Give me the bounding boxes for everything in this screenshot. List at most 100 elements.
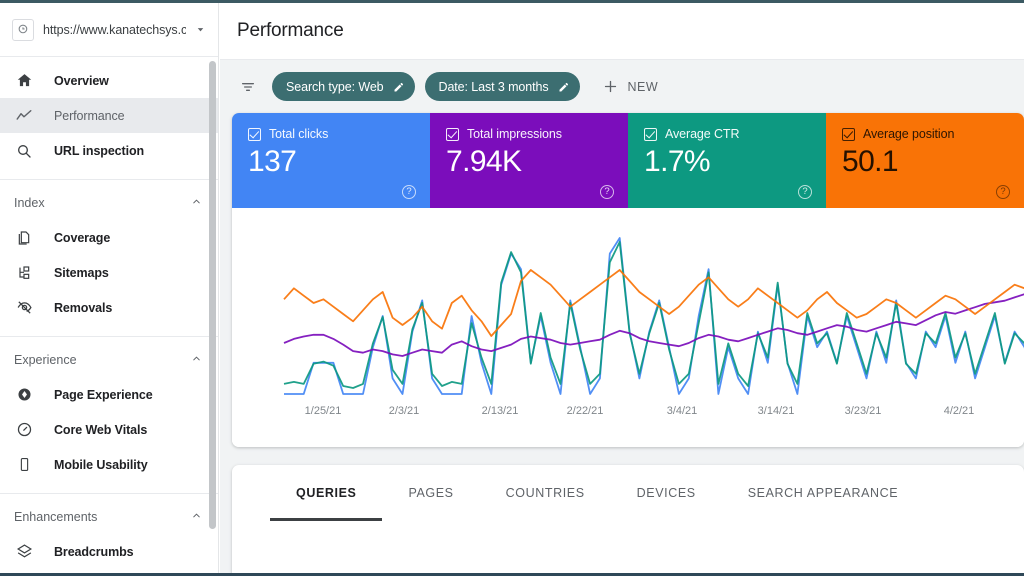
section-title: Enhancements (14, 510, 98, 524)
tab-queries[interactable]: QUERIES (270, 465, 383, 521)
property-url: https://www.kanatechsys.co.... (43, 22, 186, 37)
checkbox-checked-icon[interactable] (446, 127, 459, 141)
x-axis-tick: 1/25/21 (304, 405, 342, 417)
metric-value: 1.7% (644, 145, 711, 178)
pencil-icon[interactable] (393, 81, 405, 93)
x-axis-tick: 2/22/21 (566, 405, 604, 417)
metric-total-impressions[interactable]: Total impressions 7.94K ? (430, 113, 628, 208)
tab-label: PAGES (408, 486, 454, 500)
sidebar-item-coverage[interactable]: Coverage (0, 220, 218, 255)
sidebar-item-url-inspection[interactable]: URL inspection (0, 133, 218, 168)
metric-label: Average position (863, 127, 955, 141)
sidebar-section-index[interactable]: Index (0, 186, 218, 220)
x-axis-tick: 3/23/21 (844, 405, 882, 417)
sidebar-item-breadcrumbs[interactable]: Breadcrumbs (0, 534, 218, 569)
performance-chart-card: Total clicks 137 ? Total impressions 7.9… (232, 113, 1024, 447)
sidebar-item-label: Overview (54, 73, 109, 88)
mobile-icon (14, 455, 34, 475)
help-icon[interactable]: ? (798, 185, 812, 199)
nav-divider (0, 179, 218, 180)
chip-label: Date: Last 3 months (438, 79, 549, 94)
chart-plot-area[interactable]: 1/25/21 2/3/21 2/13/21 2/22/21 3/4/21 3/14/21… (232, 208, 1024, 447)
chevron-up-icon[interactable] (191, 194, 202, 212)
speedometer-icon (14, 420, 34, 440)
sidebar-item-label: Coverage (54, 230, 111, 245)
tab-label: SEARCH APPEARANCE (747, 486, 899, 500)
metric-top: Total clicks (248, 127, 430, 141)
metric-average-ctr[interactable]: Average CTR 1.7% ? (628, 113, 826, 208)
metric-label: Total impressions (467, 127, 562, 141)
nav-group-enhancements: Breadcrumbs Products (0, 534, 218, 573)
metric-average-position[interactable]: Average position 50.1 ? (826, 113, 1024, 208)
tab-search-appearance[interactable]: SEARCH APPEARANCE (722, 465, 925, 521)
sidebar-item-page-experience[interactable]: Page Experience (0, 377, 218, 412)
sidebar-item-mobile-usability[interactable]: Mobile Usability (0, 447, 218, 482)
sidebar: https://www.kanatechsys.co.... Overview … (0, 3, 219, 573)
page-header: Performance (220, 3, 1024, 60)
tab-pages[interactable]: PAGES (382, 465, 479, 521)
help-icon[interactable]: ? (600, 185, 614, 199)
property-selector[interactable]: https://www.kanatechsys.co.... (0, 3, 218, 57)
chevron-up-icon[interactable] (191, 508, 202, 526)
checkbox-checked-icon[interactable] (248, 127, 261, 141)
chip-label: Search type: Web (286, 79, 384, 94)
sidebar-scrollbar[interactable] (209, 61, 217, 567)
tab-countries[interactable]: COUNTRIES (480, 465, 611, 521)
layers-icon (14, 542, 34, 562)
metric-total-clicks[interactable]: Total clicks 137 ? (232, 113, 430, 208)
x-axis-tick: 3/14/21 (757, 405, 795, 417)
add-filter-label: NEW (627, 79, 659, 94)
tab-label: DEVICES (636, 486, 696, 500)
chart-x-axis: 1/25/21 2/3/21 2/13/21 2/22/21 3/4/21 3/14/21… (232, 405, 1024, 421)
sidebar-scrollbar-thumb[interactable] (209, 61, 216, 529)
pencil-icon[interactable] (558, 81, 570, 93)
help-icon[interactable]: ? (996, 185, 1010, 199)
chevron-down-icon[interactable] (192, 24, 208, 35)
sidebar-item-label: Breadcrumbs (54, 544, 134, 559)
nav-divider (0, 493, 218, 494)
eye-off-icon (14, 298, 34, 318)
sidebar-nav: Overview Performance URL inspection Inde… (0, 57, 218, 573)
help-icon[interactable]: ? (402, 185, 416, 199)
nav-divider (0, 336, 218, 337)
sidebar-item-performance[interactable]: Performance (0, 98, 218, 133)
metric-value: 137 (248, 145, 297, 178)
dimension-tabs-card: QUERIES PAGES COUNTRIES DEVICES SEARCH A… (232, 465, 1024, 573)
x-axis-tick: 4/2/21 (943, 405, 975, 417)
sitemap-icon (14, 263, 34, 283)
sidebar-item-label: Page Experience (54, 387, 153, 402)
filter-chip-search-type[interactable]: Search type: Web (272, 72, 415, 101)
home-icon (14, 71, 34, 91)
site-property-icon (12, 18, 34, 41)
x-axis-tick: 2/13/21 (481, 405, 519, 417)
metric-value: 50.1 (842, 145, 899, 178)
sidebar-section-enhancements[interactable]: Enhancements (0, 500, 218, 534)
add-filter-button[interactable]: NEW (594, 72, 667, 101)
checkbox-checked-icon[interactable] (644, 127, 657, 141)
filter-icon[interactable] (235, 74, 261, 100)
sidebar-item-label: Sitemaps (54, 265, 109, 280)
search-console-app: https://www.kanatechsys.co.... Overview … (0, 0, 1024, 576)
main-content: Performance Search type: Web Date: Last … (220, 3, 1024, 573)
trending-up-icon (14, 106, 34, 126)
sidebar-item-removals[interactable]: Removals (0, 290, 218, 325)
plus-icon (602, 78, 619, 95)
chevron-up-icon[interactable] (191, 351, 202, 369)
section-title: Index (14, 196, 45, 210)
tab-label: QUERIES (296, 486, 357, 500)
x-axis-tick: 3/4/21 (666, 405, 698, 417)
sidebar-item-sitemaps[interactable]: Sitemaps (0, 255, 218, 290)
metric-label: Average CTR (665, 127, 740, 141)
sidebar-item-overview[interactable]: Overview (0, 63, 218, 98)
x-axis-tick: 2/3/21 (388, 405, 420, 417)
sidebar-item-core-web-vitals[interactable]: Core Web Vitals (0, 412, 218, 447)
page-title: Performance (237, 20, 344, 41)
metrics-row: Total clicks 137 ? Total impressions 7.9… (232, 113, 1024, 208)
tabs-spacer (924, 465, 1024, 521)
pages-icon (14, 228, 34, 248)
nav-group-primary: Overview Performance URL inspection (0, 57, 218, 172)
sidebar-section-experience[interactable]: Experience (0, 343, 218, 377)
filter-chip-date[interactable]: Date: Last 3 months (424, 72, 580, 101)
checkbox-checked-icon[interactable] (842, 127, 855, 141)
tab-devices[interactable]: DEVICES (611, 465, 722, 521)
